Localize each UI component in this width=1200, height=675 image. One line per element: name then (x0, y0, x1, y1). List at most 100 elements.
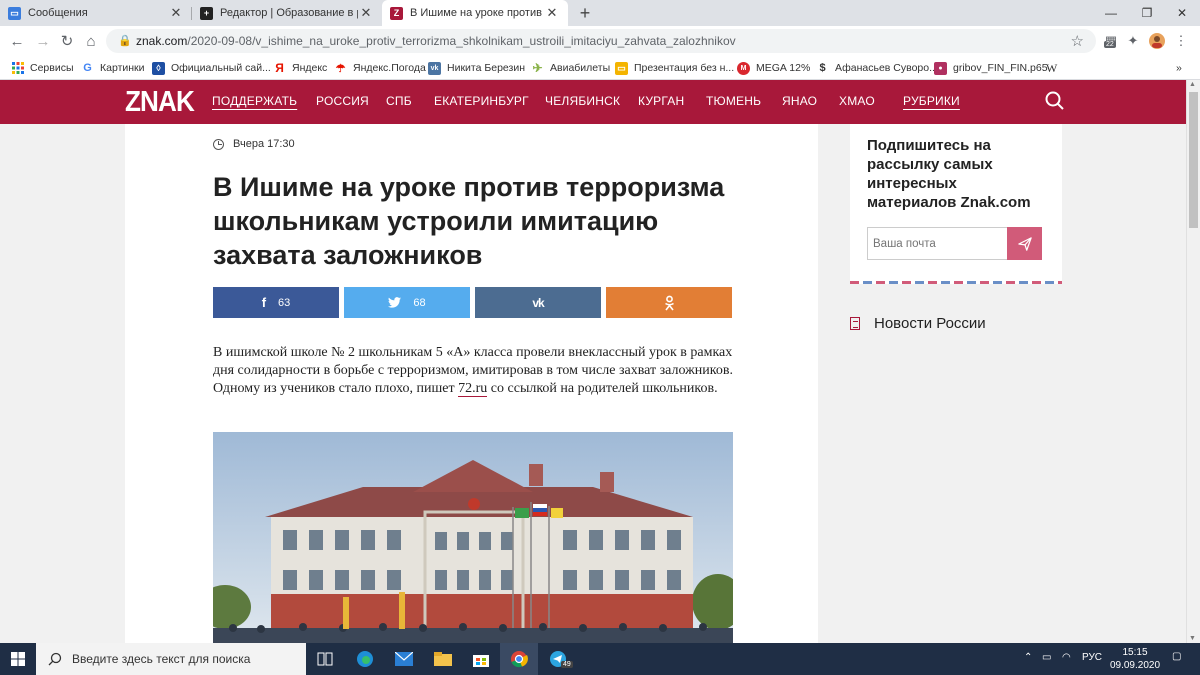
close-tab-icon[interactable]: ✕ (544, 5, 560, 21)
scroll-down-icon[interactable]: ▼ (1189, 635, 1196, 642)
telegram-badge: 49 (561, 661, 573, 668)
bookmark-afanasiev[interactable]: $ Афанасьев Суворо... (816, 60, 937, 76)
page-content: Вчера 17:30 В Ишиме на уроке против терр… (0, 124, 1186, 643)
bookmark-yandex-weather[interactable]: ☂ Яндекс.Погода (334, 60, 426, 76)
subscribe-widget: Подпишитесь на рассылку самых интересных… (850, 124, 1062, 284)
scroll-up-icon[interactable]: ▲ (1189, 81, 1196, 88)
znak-icon: Z (390, 6, 403, 20)
send-icon (1017, 236, 1032, 251)
yandex-icon: Я (275, 61, 284, 75)
browser-menu-icon[interactable]: ⋮ (1172, 32, 1190, 50)
close-tab-icon[interactable]: ✕ (168, 5, 184, 21)
task-view-icon[interactable] (306, 643, 344, 675)
facebook-icon: f (261, 295, 267, 310)
bookmark-services[interactable]: Сервисы (11, 60, 74, 76)
bookmark-avia[interactable]: ✈ Авиабилеты (531, 60, 610, 76)
tab-article[interactable]: Z В Ишиме на уроке против терр ✕ (382, 0, 568, 26)
reload-icon[interactable]: ↻ (57, 31, 77, 51)
new-tab-button[interactable]: + (575, 3, 595, 24)
nav-tyumen[interactable]: ТЮМЕНЬ (706, 94, 761, 108)
nav-rubrics[interactable]: РУБРИКИ (903, 94, 960, 108)
windows-icon (11, 652, 25, 666)
tab-strip: ▭ Сообщения ✕ + Редактор | Образование в… (0, 0, 1200, 26)
scrollbar-thumb[interactable] (1189, 92, 1198, 228)
bookmark-yandex[interactable]: Я Яндекс (273, 60, 327, 76)
url-text: znak.com/2020-09-08/v_ishime_na_uroke_pr… (136, 34, 736, 48)
site-icon: ◊ (152, 61, 165, 75)
telegram-icon[interactable]: 49 (539, 643, 577, 675)
nav-hmao[interactable]: ХМАО (839, 94, 875, 108)
bookmarks-more-icon[interactable]: » (1176, 60, 1182, 76)
weather-icon: ☂ (335, 62, 346, 75)
bookmark-images[interactable]: G Картинки (81, 60, 144, 76)
nav-spb[interactable]: СПБ (386, 94, 412, 108)
apps-grid-icon (11, 62, 24, 75)
file-explorer-icon[interactable] (424, 643, 462, 675)
tray-chevron-icon[interactable]: ⌃ (1024, 652, 1032, 663)
forward-icon[interactable]: → (33, 31, 53, 51)
bookmark-nikita[interactable]: vk Никита Березин (428, 60, 525, 76)
taskbar-search-input[interactable]: Введите здесь текст для поиска (36, 643, 306, 675)
profile-avatar[interactable] (1148, 32, 1166, 50)
slides-icon: ▭ (615, 61, 628, 75)
site-logo[interactable]: ZNAK (125, 86, 195, 119)
start-button[interactable] (0, 643, 36, 675)
share-twitter-button[interactable]: 68 (344, 287, 470, 318)
bookmark-official-site[interactable]: ◊ Официальный сай... (152, 60, 271, 76)
chrome-icon[interactable] (500, 643, 538, 675)
address-bar[interactable]: 🔒 znak.com/2020-09-08/v_ishime_na_uroke_… (106, 29, 1096, 53)
edge-icon[interactable] (346, 643, 384, 675)
article: Вчера 17:30 В Ишиме на уроке против терр… (125, 124, 818, 643)
language-indicator[interactable]: РУС (1082, 652, 1102, 663)
odnoklassniki-icon (664, 295, 674, 310)
plane-icon: ✈ (532, 61, 543, 75)
home-icon[interactable]: ⌂ (81, 31, 101, 51)
wikipedia-icon: W (1046, 60, 1058, 75)
store-icon[interactable] (462, 643, 500, 675)
mail-icon[interactable] (385, 643, 423, 675)
lock-icon: 🔒 (118, 35, 132, 47)
battery-icon[interactable]: ▭ (1042, 652, 1051, 663)
site-header: ZNAK ПОДДЕРЖАТЬ РОССИЯ СПБ ЕКАТЕРИНБУРГ … (0, 80, 1186, 124)
share-vk-button[interactable]: vk (475, 287, 601, 318)
plus-box-icon: + (200, 6, 213, 20)
tab-editor[interactable]: + Редактор | Образование в росс ✕ (192, 0, 382, 26)
bookmark-mega[interactable]: M MEGA 12% (737, 60, 810, 76)
nav-russia[interactable]: РОССИЯ (316, 94, 369, 108)
share-odnoklassniki-button[interactable] (606, 287, 732, 318)
article-lead: В ишимской школе № 2 школьникам 5 «А» кл… (213, 345, 733, 397)
bookmark-wikipedia[interactable]: W (1046, 60, 1057, 76)
network-icon[interactable]: ◠ (1062, 652, 1071, 663)
bookmark-gribov[interactable]: ● gribov_FIN_FIN.p65 (934, 60, 1048, 76)
bookmarks-bar: Сервисы G Картинки ◊ Официальный сай... … (0, 56, 1200, 80)
extension-badge: 22 (1104, 41, 1116, 48)
notifications-icon[interactable]: ▢ (1172, 651, 1181, 662)
email-field[interactable] (867, 227, 1007, 260)
maximize-icon[interactable]: ❐ (1129, 0, 1165, 26)
clock-icon (213, 138, 224, 150)
bookmark-star-icon[interactable]: ☆ (1071, 32, 1084, 50)
minimize-icon[interactable]: — (1093, 0, 1129, 26)
search-icon[interactable] (1044, 90, 1066, 112)
nav-chelyabinsk[interactable]: ЧЕЛЯБИНСК (545, 94, 620, 108)
nav-ekaterinburg[interactable]: ЕКАТЕРИНБУРГ (434, 94, 529, 108)
mega-icon: M (737, 61, 750, 75)
system-clock[interactable]: 15:15 09.09.2020 (1108, 646, 1162, 672)
article-title: В Ишиме на уроке против терроризма школь… (213, 172, 725, 270)
nav-kurgan[interactable]: КУРГАН (638, 94, 684, 108)
page-scrollbar[interactable]: ▲ ▼ (1186, 80, 1200, 643)
close-window-icon[interactable]: ✕ (1164, 0, 1200, 26)
nav-yanao[interactable]: ЯНАО (782, 94, 817, 108)
bookmark-presentation[interactable]: ▭ Презентация без н... (615, 60, 734, 76)
nav-support[interactable]: ПОДДЕРЖАТЬ (212, 94, 297, 108)
pdf-icon: ● (934, 61, 947, 75)
airmail-divider (850, 281, 1062, 284)
close-tab-icon[interactable]: ✕ (358, 5, 374, 21)
share-facebook-button[interactable]: f 63 (213, 287, 339, 318)
source-link[interactable]: 72.ru (458, 381, 488, 397)
subscribe-button[interactable] (1007, 227, 1042, 260)
extensions-puzzle-icon[interactable]: ✦ (1124, 32, 1142, 50)
tab-messages[interactable]: ▭ Сообщения ✕ (0, 0, 192, 26)
back-icon[interactable]: ← (7, 31, 27, 51)
news-heading[interactable]: Новости России (850, 315, 986, 332)
